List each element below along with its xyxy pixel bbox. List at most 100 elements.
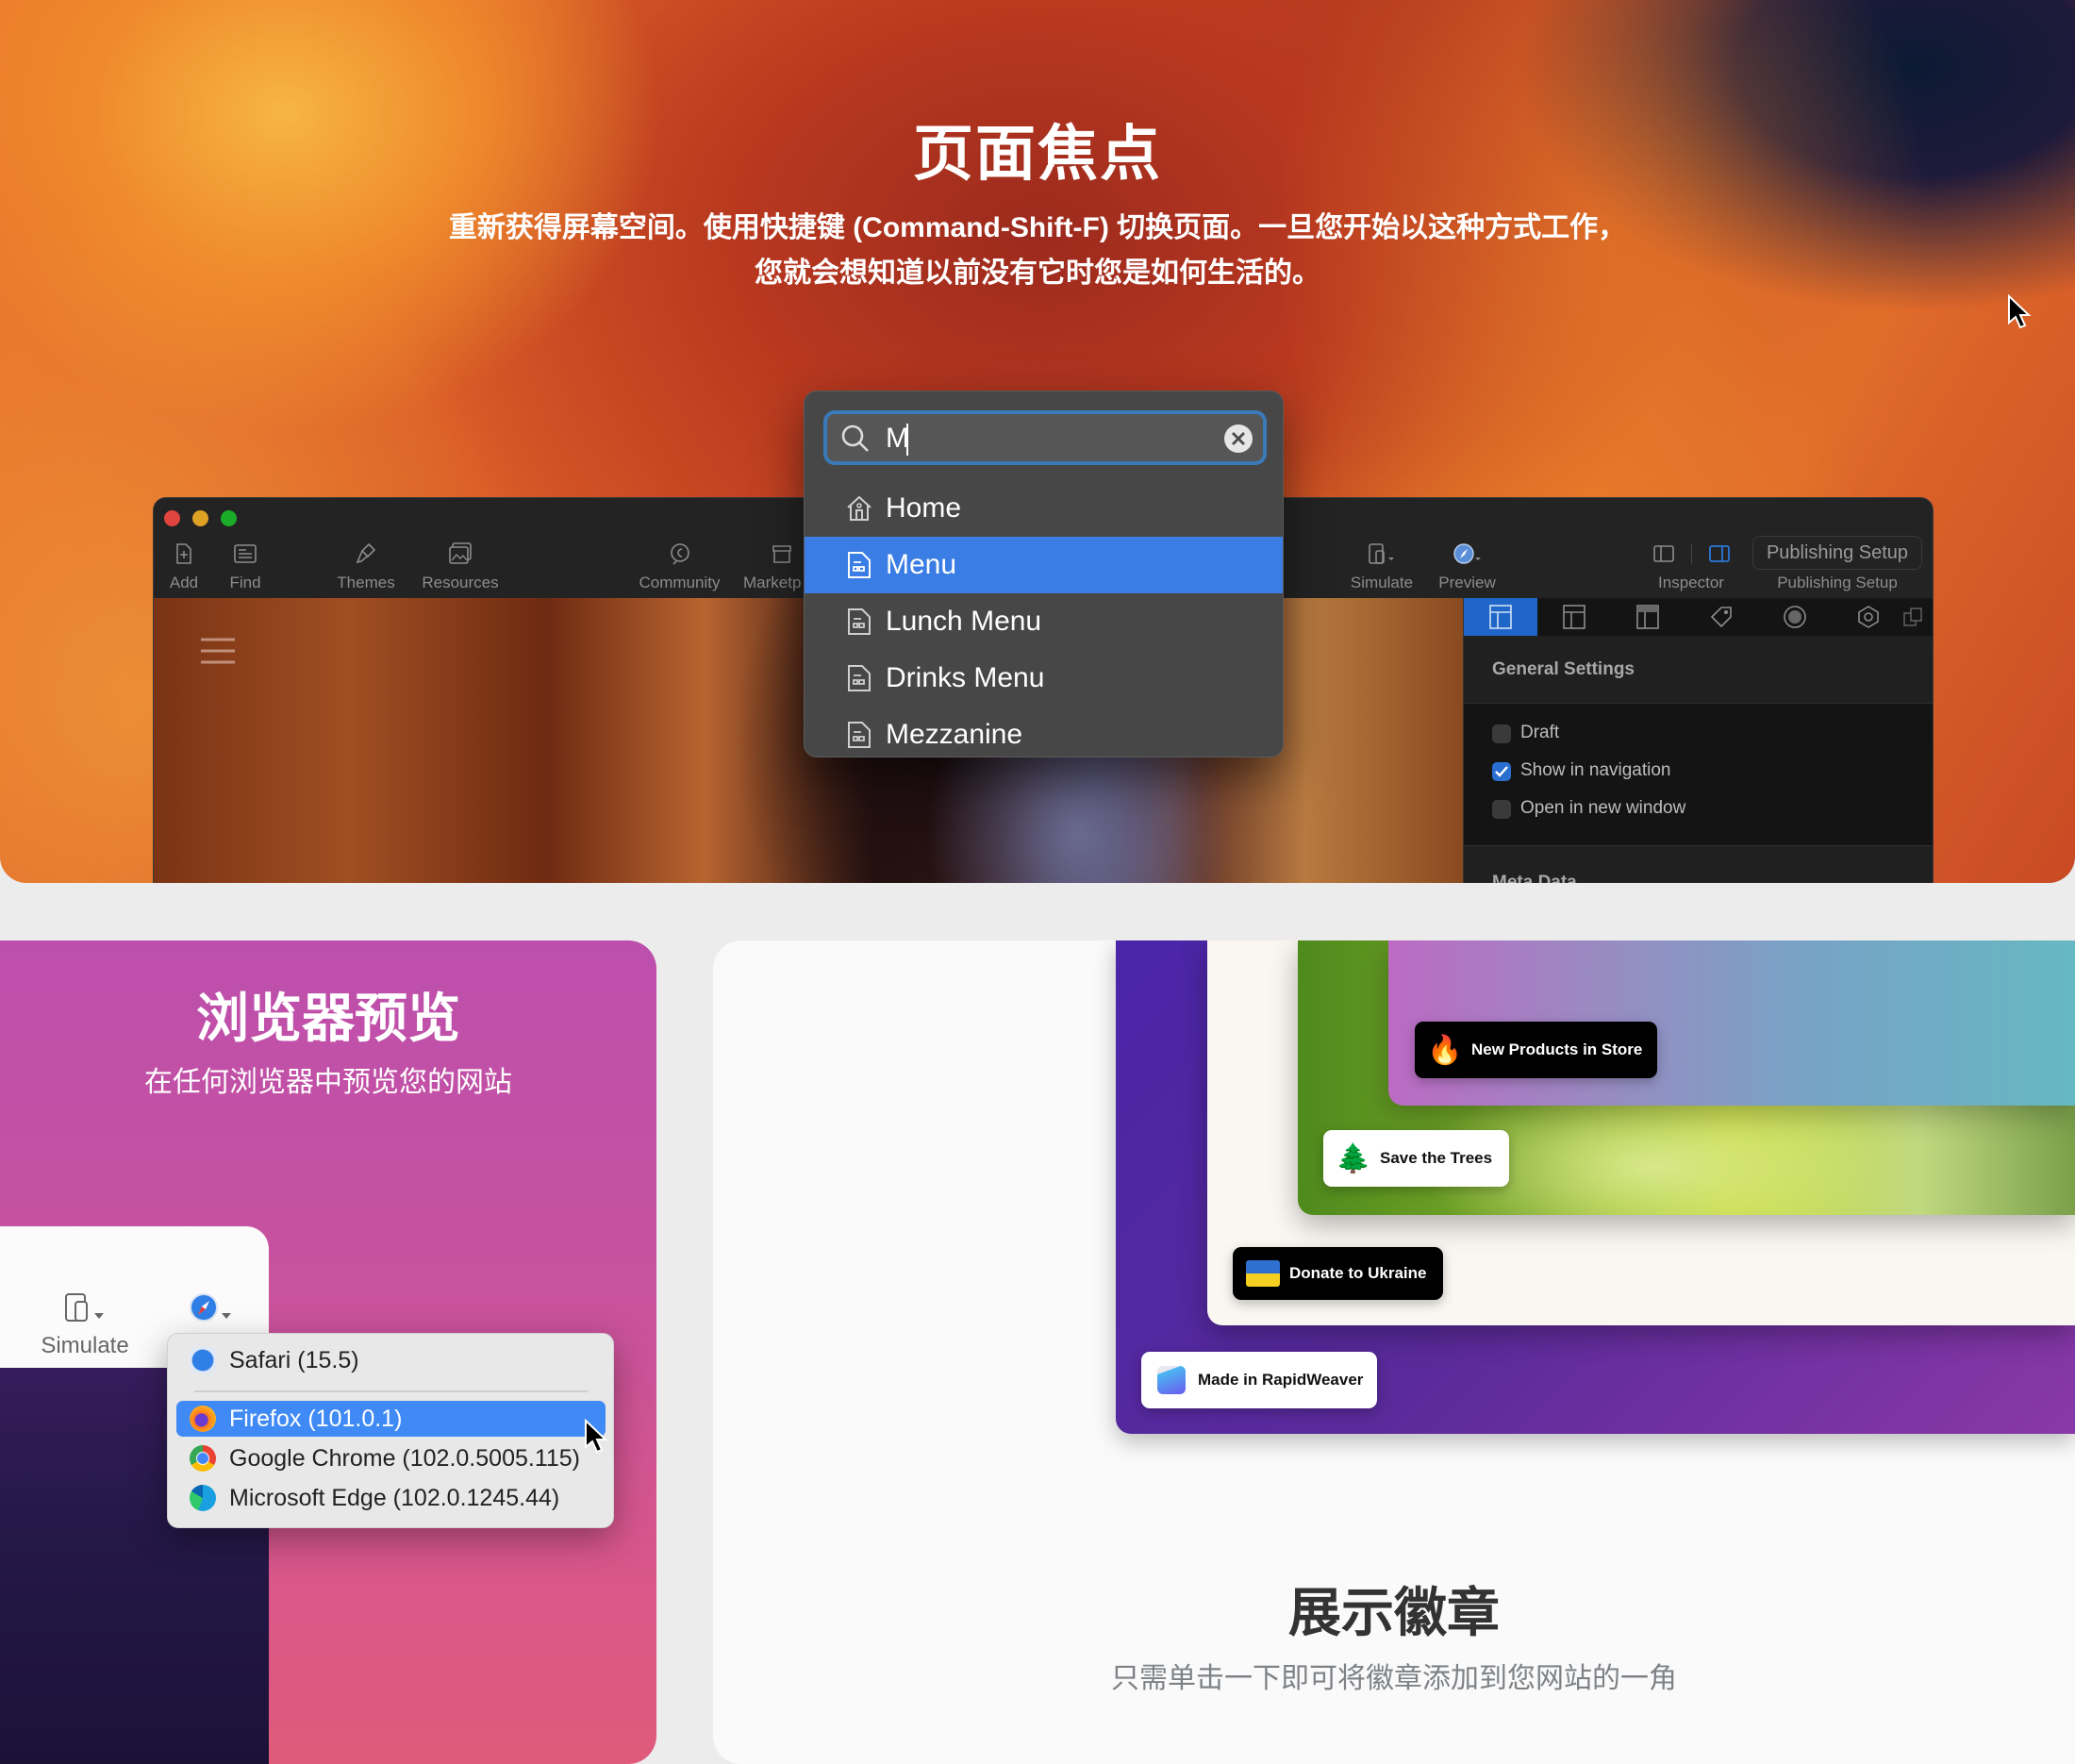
browser-option-label: Safari (15.5) (229, 1346, 359, 1373)
popup-item-label: Drinks Menu (886, 662, 1045, 693)
page-search-input[interactable]: M (823, 410, 1267, 465)
page-icon (848, 665, 871, 691)
simulate-device-icon (1369, 543, 1394, 564)
meta-data-title: Meta Data (1492, 873, 1577, 883)
menu-separator (194, 1390, 589, 1392)
inspector-tab-styles[interactable] (1758, 598, 1832, 636)
inspector-tab-header[interactable] (1537, 598, 1611, 636)
toolbar-publishing-setup[interactable]: Publishing Setup Publishing Setup (1752, 536, 1922, 592)
toolbar-find-button[interactable]: Find (224, 540, 266, 592)
toolbar-inspector-label: Inspector (1658, 574, 1724, 591)
popup-item-label: Lunch Menu (886, 606, 1042, 637)
find-icon (234, 544, 257, 563)
toolbar-inspector-button[interactable]: Inspector (1639, 540, 1743, 592)
simulate-label: Simulate (41, 1333, 129, 1358)
show-in-navigation-checkbox[interactable] (1492, 762, 1511, 781)
badge-label: New Products in Store (1471, 1040, 1643, 1058)
toolbar-marketplace-label: Marketp (743, 574, 802, 591)
popup-item-home[interactable]: Home (805, 480, 1283, 537)
hero-subtitle-line1: 重新获得屏幕空间。使用快捷键 (Command-Shift-F) 切换页面。一旦… (448, 212, 1627, 243)
badges-card: 🔥 New Products in Store 🌲 Save the Trees… (713, 940, 2075, 1764)
draft-checkbox[interactable] (1492, 724, 1511, 743)
chrome-icon (190, 1445, 216, 1472)
badge-save-the-trees[interactable]: 🌲 Save the Trees (1323, 1130, 1509, 1187)
tree-icon: 🌲 (1336, 1142, 1371, 1174)
badge-label: Donate to Ukraine (1289, 1264, 1427, 1282)
fire-icon: 🔥 (1427, 1034, 1463, 1066)
edge-icon (190, 1485, 216, 1511)
zoom-window-button[interactable] (221, 510, 237, 526)
browser-option-chrome[interactable]: Google Chrome (102.0.5005.115) (176, 1440, 606, 1476)
home-icon (847, 495, 872, 521)
settings-hex-icon (1858, 606, 1879, 628)
badge-label: Save the Trees (1380, 1149, 1493, 1167)
toolbar-resources-button[interactable]: Resources (418, 540, 503, 592)
more-panels-icon (1903, 607, 1922, 626)
badge-made-in-rapidweaver[interactable]: Made in RapidWeaver (1141, 1352, 1377, 1408)
toolbar-resources-label: Resources (422, 574, 499, 591)
close-window-button[interactable] (164, 510, 180, 526)
toolbar-community-label: Community (639, 574, 721, 591)
popup-item-mezzanine[interactable]: Mezzanine (805, 707, 1283, 757)
browser-option-firefox[interactable]: Firefox (101.0.1) (176, 1401, 606, 1437)
community-chat-icon (670, 543, 689, 565)
open-in-new-window-checkbox[interactable] (1492, 800, 1511, 819)
search-icon (841, 424, 869, 452)
popup-item-label: Menu (886, 549, 957, 580)
toolbar-preview-label: Preview (1438, 574, 1496, 591)
toolbar-preview-button[interactable]: Preview (1432, 540, 1502, 592)
minimize-window-button[interactable] (192, 510, 208, 526)
badge-label: Made in RapidWeaver (1198, 1371, 1364, 1389)
browser-option-safari[interactable]: Safari (15.5) (176, 1342, 606, 1378)
toolbar-simulate-button[interactable]: Simulate (1344, 540, 1419, 592)
browser-preview-subtitle: 在任何浏览器中预览您的网站 (144, 1067, 512, 1098)
hero-title: 页面焦点 (913, 120, 1162, 188)
simulate-device-icon (65, 1293, 104, 1322)
page-icon (848, 552, 871, 578)
inspector-panel-icon (1708, 545, 1730, 562)
browser-option-edge[interactable]: Microsoft Edge (102.0.1245.44) (176, 1480, 606, 1516)
meta-data-header: Meta Data (1464, 845, 1933, 883)
toolbar-add-button[interactable]: Add (165, 540, 203, 592)
inspector-tab-tags[interactable] (1685, 598, 1758, 636)
safari-compass-icon (1452, 543, 1481, 564)
simulate-button[interactable]: Simulate (38, 1292, 132, 1359)
header-layout-icon (1563, 605, 1585, 629)
badges-subtitle: 只需单击一下即可将徽章添加到您网站的一角 (1111, 1663, 1677, 1694)
resources-image-icon (449, 542, 472, 564)
toolbar-publishing-label: Publishing Setup (1777, 574, 1898, 591)
publishing-setup-button[interactable]: Publishing Setup (1752, 536, 1922, 570)
popup-item-label: Home (886, 492, 962, 524)
toolbar-find-label: Find (229, 574, 261, 591)
badge-donate-ukraine[interactable]: Donate to Ukraine (1233, 1247, 1443, 1300)
badge-new-products[interactable]: 🔥 New Products in Store (1415, 1022, 1657, 1078)
inspector-panel: General Settings Draft Show in navigatio… (1463, 598, 1933, 883)
inspector-tab-more[interactable] (1890, 598, 1933, 636)
toolbar-marketplace-button[interactable]: Marketp (743, 540, 809, 592)
popup-item-menu[interactable]: Menu (805, 537, 1283, 593)
toolbar-add-label: Add (169, 574, 199, 591)
popup-item-drinks-menu[interactable]: Drinks Menu (805, 650, 1283, 707)
hamburger-menu-icon[interactable] (200, 636, 236, 666)
toolbar-simulate-label: Simulate (1350, 574, 1414, 591)
preview-browser-button[interactable] (189, 1292, 234, 1329)
safari-icon (190, 1347, 216, 1373)
page-icon (848, 722, 871, 748)
marketplace-store-icon (772, 545, 791, 563)
style-circle-icon (1784, 606, 1806, 628)
inspector-tab-page[interactable] (1464, 598, 1537, 636)
browser-select-menu: Safari (15.5) Firefox (101.0.1) Google C… (167, 1333, 614, 1528)
ukraine-flag-icon (1246, 1256, 1280, 1290)
general-settings-title: General Settings (1492, 659, 1635, 679)
page-layout-icon (1489, 605, 1512, 629)
toolbar-community-button[interactable]: Community (635, 540, 724, 592)
open-in-new-window-label: Open in new window (1520, 798, 1686, 818)
text-caret (906, 424, 908, 456)
clear-search-icon[interactable] (1223, 424, 1253, 454)
inspector-tab-sidebar[interactable] (1611, 598, 1685, 636)
popup-item-lunch-menu[interactable]: Lunch Menu (805, 593, 1283, 650)
toolbar-themes-button[interactable]: Themes (333, 540, 399, 592)
checkmark-icon (1495, 766, 1508, 777)
toolbar-themes-label: Themes (337, 574, 395, 591)
hero-subtitle-line2: 您就会想知道以前没有它时您是如何生活的。 (755, 258, 1320, 289)
